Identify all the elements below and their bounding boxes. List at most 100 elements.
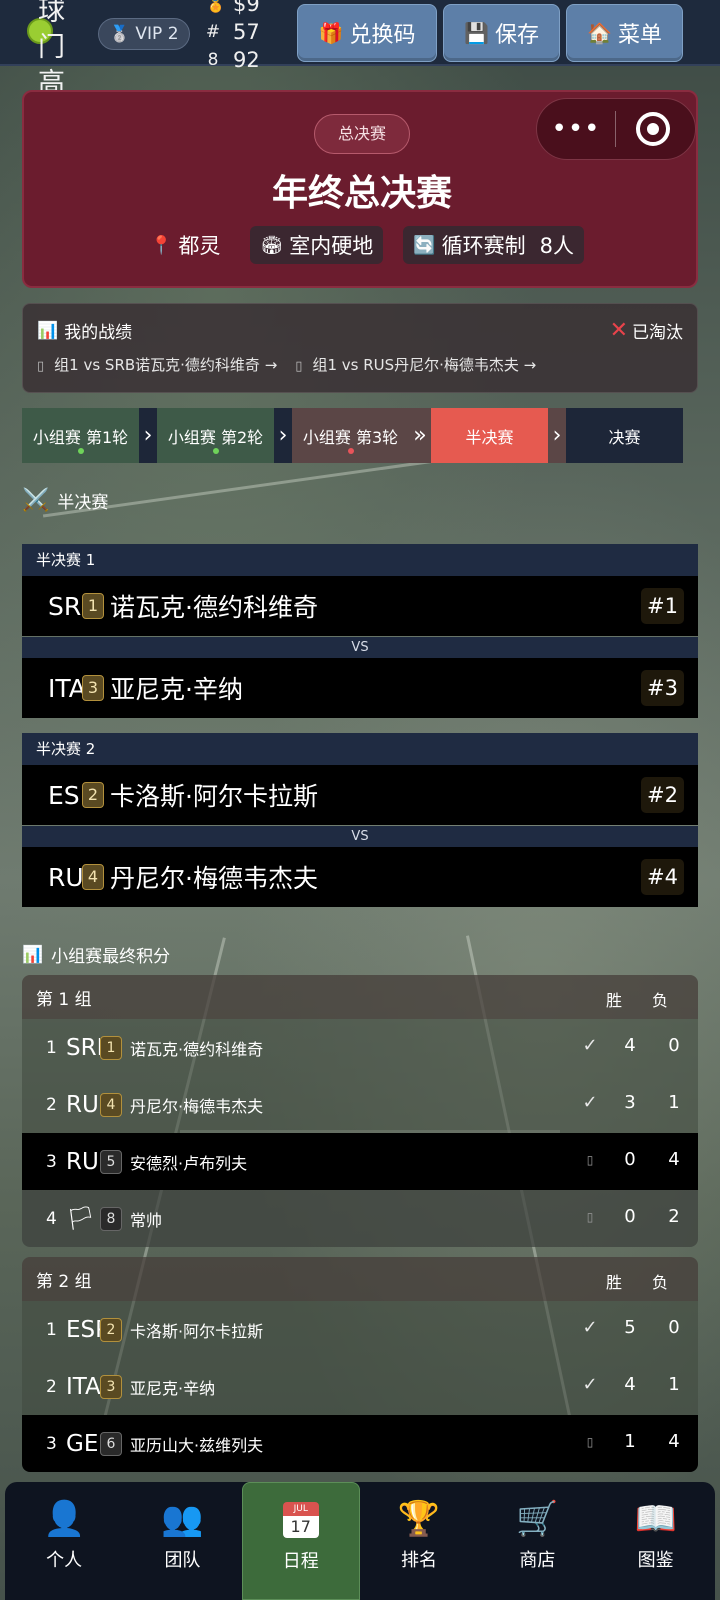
redeem-code-button[interactable]: 🎁 兑换码 xyxy=(297,4,437,62)
table-row[interactable]: 2 ITA 3 亚尼克·辛纳 ✓ 4 1 xyxy=(22,1358,698,1415)
player-name: 丹尼尔·梅德韦杰夫 xyxy=(110,864,318,893)
seed-badge: 4 xyxy=(100,1092,122,1117)
tab-semifinal[interactable]: 半决赛 xyxy=(431,408,548,463)
tab-final[interactable]: 决赛 xyxy=(566,408,683,463)
nav-profile[interactable]: 👤 个人 xyxy=(5,1482,123,1600)
stage-badge: 总决赛 xyxy=(314,114,410,154)
nav-encyclopedia[interactable]: 📖 图鉴 xyxy=(596,1482,714,1600)
person-icon: 👤 xyxy=(42,1499,86,1539)
bottom-navigation: 👤 个人 👥 团队 JUL 17 日程 🏆 排名 🛒 商店 📖 图鉴 xyxy=(5,1482,715,1600)
player-name: 亚历山大·兹维列夫 xyxy=(130,1435,264,1455)
group-header: 第 1 组 胜 负 xyxy=(22,975,698,1019)
losses: 4 xyxy=(668,1149,680,1170)
placeholder-icon: ▯ xyxy=(586,1153,594,1167)
top-bar: 球 门 高 🥈 VIP 2 🏅 $9 # 57 8 92 🎁 兑换码 💾 保存 … xyxy=(0,0,720,99)
vip-badge[interactable]: 🥈 VIP 2 xyxy=(98,18,190,50)
nav-ranking[interactable]: 🏆 排名 xyxy=(360,1482,478,1600)
vs-divider: VS xyxy=(22,826,698,848)
tab-group-round-3[interactable]: 小组赛 第3轮 xyxy=(292,408,409,463)
placeholder-icon: ▯ xyxy=(586,1210,594,1224)
result-dot xyxy=(347,448,354,454)
country-code: RUS xyxy=(66,1148,100,1175)
semifinal-player-row[interactable]: ESP 2 卡洛斯·阿尔卡拉斯 #2 xyxy=(22,765,698,825)
surface-tag: 🏟 室内硬地 xyxy=(250,226,384,264)
losses: 2 xyxy=(668,1206,680,1227)
rank-badge: #1 xyxy=(641,588,684,624)
table-row[interactable]: 3 GER 6 亚历山大·兹维列夫 ▯ 1 4 xyxy=(22,1415,698,1472)
house-icon: 🏠 xyxy=(587,21,612,45)
rank-badge: #3 xyxy=(641,670,684,706)
save-button[interactable]: 💾 保存 xyxy=(443,4,560,62)
tournament-title: 年终总决赛 xyxy=(271,173,452,214)
cross-icon: ✕ xyxy=(609,317,628,343)
nav-schedule[interactable]: JUL 17 日程 xyxy=(241,1482,360,1600)
wins: 4 xyxy=(624,1035,636,1056)
table-row[interactable]: 1 SRB 1 诺瓦克·德约科维奇 ✓ 4 0 xyxy=(22,1019,698,1076)
country-code: RUS xyxy=(48,862,84,892)
player-name: 亚尼克·辛纳 xyxy=(130,1378,216,1398)
country-code: SRB xyxy=(48,591,84,621)
seed-badge: 2 xyxy=(100,1317,122,1342)
semifinal-1-label: 半决赛 1 xyxy=(22,544,698,576)
seed-badge: 3 xyxy=(100,1374,122,1399)
losses-column-header: 负 xyxy=(652,1273,669,1292)
bar-chart-icon: 📊 xyxy=(37,320,59,341)
semifinal-player-row[interactable]: SRB 1 诺瓦克·德约科维奇 #1 xyxy=(22,576,698,636)
hash-icon: # xyxy=(205,22,221,42)
coin-icon: 🏅 xyxy=(205,0,227,14)
seed-badge: 4 xyxy=(82,864,104,890)
bar-chart-icon: 📊 xyxy=(22,944,44,965)
calendar-icon: JUL 17 xyxy=(282,1497,319,1543)
points-icon: 8 xyxy=(207,50,219,70)
double-chevron-icon: » xyxy=(409,408,431,463)
wins: 0 xyxy=(624,1149,636,1170)
pin-icon: 📍 xyxy=(149,234,173,256)
country-code: ESP xyxy=(48,780,84,810)
cycle-icon: 🔄 xyxy=(413,234,436,256)
stadium-icon: 🏟 xyxy=(260,234,284,256)
white-flag-icon: 🏳 xyxy=(66,1206,96,1232)
match-link[interactable]: ▯ 组1 vs SRB诺瓦克·德约科维奇 → xyxy=(37,354,277,375)
result-dot xyxy=(212,448,219,454)
chevron-right-icon: › xyxy=(548,408,566,463)
seed-badge: 1 xyxy=(82,593,104,619)
trophy-icon: 🏆 xyxy=(397,1499,441,1539)
vs-divider: VS xyxy=(22,637,698,659)
semifinal-player-row[interactable]: RUS 4 丹尼尔·梅德韦杰夫 #4 xyxy=(22,847,698,907)
currency-stats: 🏅 $9 # 57 8 92 xyxy=(205,0,275,74)
team-icon: 👥 xyxy=(161,1499,204,1539)
wins-column-header: 胜 xyxy=(606,991,623,1010)
rank-badge: #4 xyxy=(641,859,684,895)
player-name: 卡洛斯·阿尔卡拉斯 xyxy=(130,1321,264,1341)
book-icon: 📖 xyxy=(634,1499,677,1539)
close-target-icon[interactable] xyxy=(636,112,670,146)
country-code: SRB xyxy=(66,1034,100,1061)
semifinal-section-title: ⚔️ 半决赛 xyxy=(22,488,109,513)
my-record-panel: 📊 我的战绩 ✕ 已淘汰 ▯ 组1 vs SRB诺瓦克·德约科维奇 → ▯ 组1 v… xyxy=(22,303,698,393)
country-code: ITA xyxy=(66,1373,100,1400)
record-match-links: ▯ 组1 vs SRB诺瓦克·德约科维奇 → ▯ 组1 vs RUS丹尼尔·梅德韦杰… xyxy=(37,354,536,375)
losses: 1 xyxy=(668,1374,680,1395)
nav-team[interactable]: 👥 团队 xyxy=(123,1482,241,1600)
table-row[interactable]: 4 🏳 8 常帅 ▯ 0 2 xyxy=(22,1190,698,1247)
semifinal-player-row[interactable]: ITA 3 亚尼克·辛纳 #3 xyxy=(22,658,698,718)
checkmark-icon: ✓ xyxy=(582,1035,598,1056)
stat-rank: # 57 xyxy=(205,20,260,44)
nav-shop[interactable]: 🛒 商店 xyxy=(478,1482,596,1600)
more-options-icon[interactable]: ••• xyxy=(537,114,615,144)
capsule-divider xyxy=(615,111,616,147)
table-row[interactable]: 2 RUS 4 丹尼尔·梅德韦杰夫 ✓ 3 1 xyxy=(22,1076,698,1133)
tab-group-round-1[interactable]: 小组赛 第1轮 xyxy=(22,408,139,463)
match-link[interactable]: ▯ 组1 vs RUS丹尼尔·梅德韦杰夫 → xyxy=(295,354,536,375)
cart-icon: 🛒 xyxy=(516,1499,559,1539)
placeholder-icon: ▯ xyxy=(586,1435,594,1449)
miniprogram-capsule[interactable]: ••• xyxy=(536,98,696,160)
result-dot xyxy=(77,448,84,454)
table-row[interactable]: 1 ESP 2 卡洛斯·阿尔卡拉斯 ✓ 5 0 xyxy=(22,1301,698,1358)
table-row[interactable]: 3 RUS 5 安德烈·卢布列夫 ▯ 0 4 xyxy=(22,1133,698,1190)
menu-button[interactable]: 🏠 菜单 xyxy=(566,4,683,62)
wins: 1 xyxy=(624,1431,636,1452)
country-code: ITA xyxy=(48,673,84,703)
country-code: RUS xyxy=(66,1091,100,1118)
tab-group-round-2[interactable]: 小组赛 第2轮 xyxy=(157,408,274,463)
